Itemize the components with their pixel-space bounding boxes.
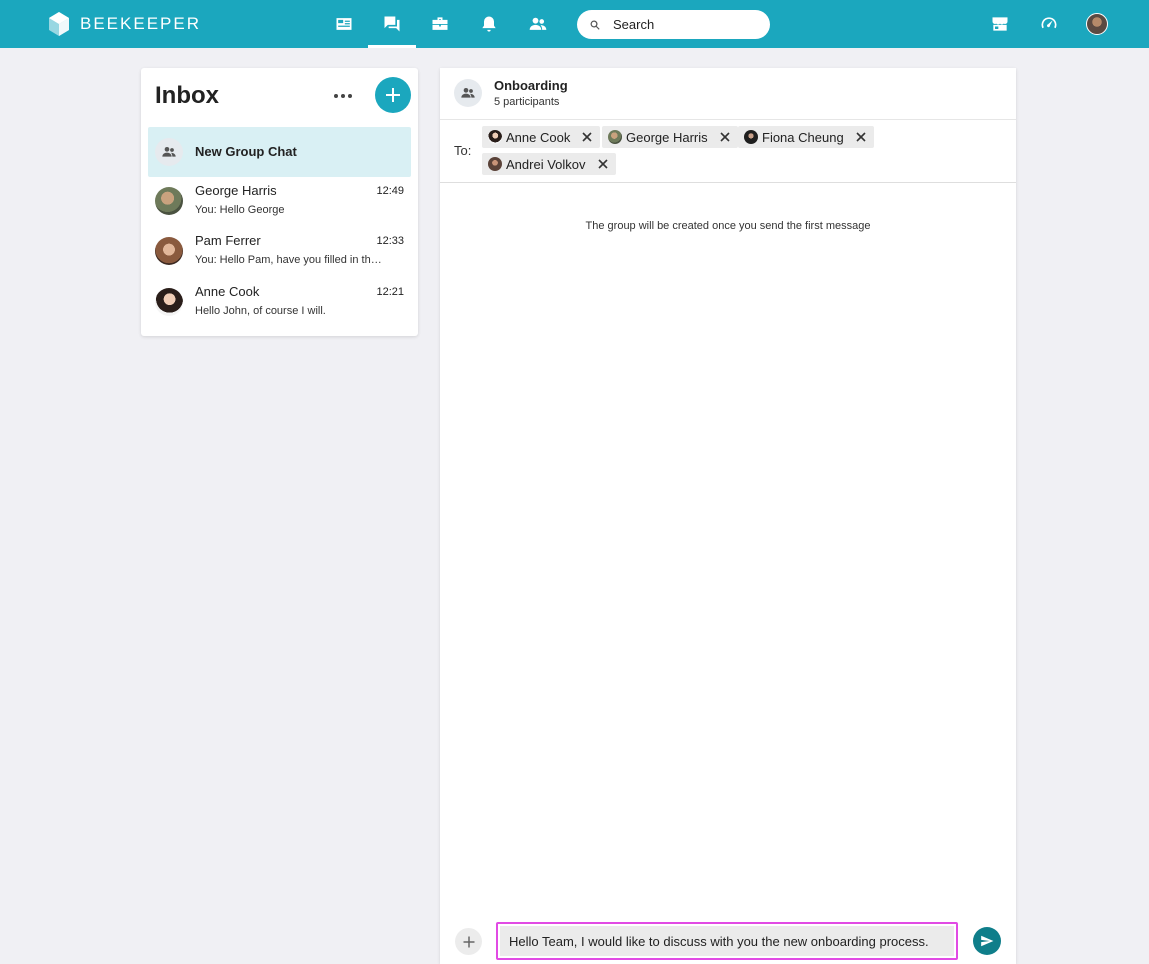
group-avatar xyxy=(155,138,183,166)
attach-button[interactable] xyxy=(455,928,482,955)
inbox-panel: Inbox New Group Chat George Harris 12:49… xyxy=(141,68,418,336)
avatar xyxy=(488,157,502,171)
chat-title[interactable]: Onboarding xyxy=(494,78,568,93)
recipient-chip-andrei-volkov: Andrei Volkov xyxy=(482,153,616,175)
chat-icon xyxy=(384,16,400,32)
conversation-preview: You: Hello George xyxy=(195,204,285,216)
conversation-time: 12:33 xyxy=(376,235,404,247)
chat-panel: Onboarding 5 participants To: Anne Cook … xyxy=(440,68,1016,964)
recipient-name: George Harris xyxy=(626,129,708,145)
send-button[interactable] xyxy=(973,927,1001,955)
avatar xyxy=(608,130,622,144)
avatar xyxy=(744,130,758,144)
remove-recipient-button[interactable] xyxy=(854,130,868,144)
dot-icon xyxy=(348,94,352,98)
nav-active-indicator xyxy=(368,45,416,48)
remove-recipient-button[interactable] xyxy=(596,157,610,171)
nav-chats[interactable] xyxy=(380,12,404,36)
inbox-item-george-harris[interactable]: George Harris 12:49 You: Hello George xyxy=(148,178,411,228)
news-icon xyxy=(336,18,352,30)
nav-store[interactable] xyxy=(988,12,1012,36)
inbox-more-button[interactable] xyxy=(331,86,355,106)
search-box[interactable] xyxy=(577,10,770,39)
avatar xyxy=(155,237,183,265)
beekeeper-logo-icon xyxy=(49,12,69,36)
new-chat-button[interactable] xyxy=(375,77,411,113)
close-icon xyxy=(856,132,866,142)
avatar xyxy=(155,288,183,316)
avatar xyxy=(488,130,502,144)
close-icon xyxy=(720,132,730,142)
inbox-item-pam-ferrer[interactable]: Pam Ferrer 12:33 You: Hello Pam, have yo… xyxy=(148,228,411,278)
send-icon xyxy=(981,935,994,947)
conversation-name: Anne Cook xyxy=(195,284,260,299)
conversation-name: George Harris xyxy=(195,183,277,198)
conversation-preview: You: Hello Pam, have you filled in the f… xyxy=(195,254,385,266)
inbox-item-anne-cook[interactable]: Anne Cook 12:21 Hello John, of course I … xyxy=(148,279,411,329)
group-info-message: The group will be created once you send … xyxy=(585,220,871,232)
remove-recipient-button[interactable] xyxy=(718,130,732,144)
inbox-title: Inbox xyxy=(155,82,219,109)
participant-count: 5 participants xyxy=(494,96,560,108)
close-icon xyxy=(582,132,592,142)
store-icon xyxy=(992,17,1008,31)
conversation-preview: Hello John, of course I will. xyxy=(195,305,326,317)
group-icon xyxy=(162,147,176,157)
recipient-chip-anne-cook: Anne Cook xyxy=(482,126,601,148)
top-bar: BEEKEEPER xyxy=(0,0,1149,48)
to-label: To: xyxy=(454,143,472,158)
new-group-label: New Group Chat xyxy=(195,144,297,159)
recipient-chip-fiona-cheung: Fiona Cheung xyxy=(738,126,874,148)
message-input[interactable] xyxy=(500,926,954,956)
brand-logo[interactable]: BEEKEEPER xyxy=(48,11,201,37)
remove-recipient-button[interactable] xyxy=(580,130,594,144)
nav-notifications[interactable] xyxy=(477,12,501,36)
search-icon xyxy=(590,20,600,30)
conversation-time: 12:21 xyxy=(376,286,404,298)
user-avatar[interactable] xyxy=(1086,13,1108,35)
recipient-name: Anne Cook xyxy=(506,129,571,145)
group-avatar xyxy=(454,79,482,107)
recipient-name: Andrei Volkov xyxy=(506,156,586,172)
brand-name: BEEKEEPER xyxy=(80,14,201,33)
message-composer xyxy=(496,922,958,960)
recipient-name: Fiona Cheung xyxy=(762,129,844,145)
plus-icon xyxy=(463,936,474,947)
conversation-time: 12:49 xyxy=(376,185,404,197)
chat-header: Onboarding 5 participants xyxy=(440,68,1016,120)
conversation-name: Pam Ferrer xyxy=(195,233,261,248)
recipient-chip-george-harris: George Harris xyxy=(602,126,738,148)
group-icon xyxy=(461,88,475,98)
recipients-row: To: Anne Cook George Harris Fiona Cheung xyxy=(440,120,1016,183)
people-icon xyxy=(529,17,547,30)
dot-icon xyxy=(341,94,345,98)
avatar xyxy=(155,187,183,215)
nav-tools[interactable] xyxy=(428,12,452,36)
bell-icon xyxy=(482,16,496,32)
search-input[interactable] xyxy=(613,17,753,32)
toolbox-icon xyxy=(432,17,448,30)
plus-icon xyxy=(386,88,400,102)
close-icon xyxy=(597,159,608,169)
nav-dashboard[interactable] xyxy=(1037,12,1061,36)
nav-news[interactable] xyxy=(332,12,356,36)
inbox-item-new-group-chat[interactable]: New Group Chat xyxy=(148,127,411,177)
dot-icon xyxy=(334,94,338,98)
nav-people[interactable] xyxy=(526,12,550,36)
dashboard-icon xyxy=(1041,17,1057,29)
